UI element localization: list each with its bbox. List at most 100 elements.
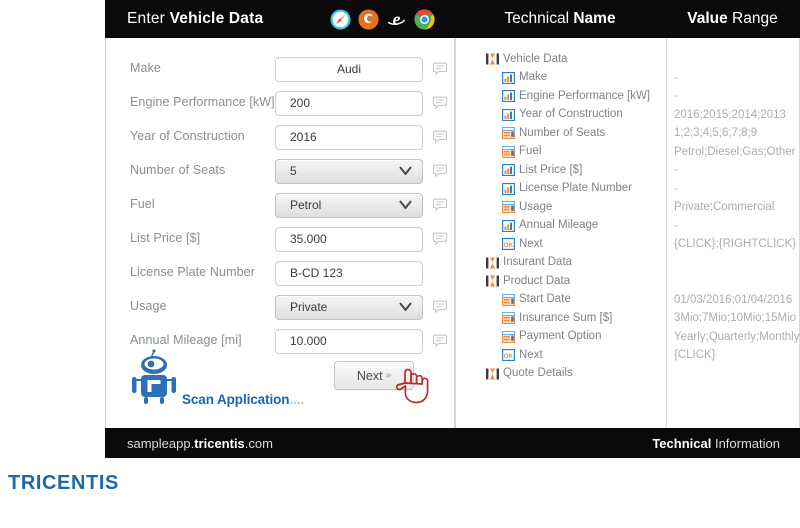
left-panel-title: Enter Vehicle Data — [127, 10, 263, 28]
field-input[interactable]: 35.000 — [275, 226, 423, 252]
technical-tree-area: Vehicle Data Make Engine Performance [kW] Y… — [455, 38, 800, 428]
firefox-icon[interactable] — [358, 8, 379, 30]
value-range-cell: - — [674, 90, 678, 103]
tooltip-bubble-icon[interactable] — [432, 334, 456, 348]
field-label: List Price [$] — [130, 231, 201, 246]
tree-row[interactable]: OK Next — [456, 235, 666, 254]
textfield-icon — [500, 90, 517, 103]
okbutton-icon: OK — [500, 238, 517, 251]
group-icon — [484, 53, 501, 65]
tooltip-bubble-icon[interactable] — [432, 232, 456, 246]
field-label: Make — [130, 61, 161, 76]
field-value: 10.000 — [290, 334, 327, 348]
tree-row[interactable]: Make — [456, 69, 666, 88]
tree-row-label: Quote Details — [503, 367, 573, 379]
value-range-cell: 3Mio;7Mio;10Mio;15Mio — [674, 312, 797, 325]
field-select[interactable]: Private — [275, 294, 423, 320]
field-label: Engine Performance [kW] — [130, 95, 275, 110]
chrome-icon[interactable] — [414, 8, 435, 30]
tree-row[interactable]: Vehicle Data — [456, 50, 666, 69]
footer-technical-light: Information — [711, 435, 780, 451]
field-label: Year of Construction — [130, 129, 245, 144]
field-input[interactable]: Audi — [275, 56, 423, 82]
form-row: Fuel Petrol — [106, 188, 454, 222]
field-label: Annual Mileage [mi] — [130, 333, 242, 348]
form-row: License Plate Number B-CD 123 — [106, 256, 454, 290]
technical-name-light: Technical — [504, 10, 574, 27]
scan-application-label: Scan Application.... — [182, 392, 304, 410]
field-value: 200 — [290, 96, 311, 110]
tree-row[interactable]: Quote Details — [456, 365, 666, 384]
right-panel-footer: Technical Information — [455, 428, 800, 458]
safari-icon[interactable] — [330, 8, 351, 30]
technical-information-panel: Technical Name Value Range Vehicle Data M… — [455, 0, 800, 458]
form-bottom-area: Scan Application.... Next » — [106, 349, 454, 428]
value-range-cell: - — [674, 182, 678, 195]
group-icon — [484, 257, 501, 269]
value-range-cell: 2016;2015;2014;2013 — [674, 108, 786, 121]
footer-technical-information: Technical Information — [652, 436, 780, 451]
tree-row[interactable]: Number of Seats — [456, 124, 666, 143]
scan-application-block[interactable]: Scan Application.... — [128, 349, 304, 410]
textfield-icon — [500, 108, 517, 121]
value-range-cell: Private;Commercial — [674, 201, 775, 214]
tree-row[interactable]: Annual Mileage — [456, 217, 666, 236]
field-label: Number of Seats — [130, 163, 226, 178]
value-range-cell — [674, 50, 795, 69]
field-value: Private — [290, 300, 328, 314]
next-button-label: Next — [356, 368, 383, 383]
field-value: 35.000 — [290, 232, 327, 246]
tree-row-label: Next — [519, 348, 543, 361]
value-range-cell: 1;2;3;4;5;6;7;8;9 — [674, 127, 758, 140]
tooltip-bubble-icon[interactable] — [432, 300, 456, 314]
tree-row[interactable]: Payment Option — [456, 328, 666, 347]
tree-row-label: Insurant Data — [503, 256, 573, 268]
tricentis-logo: TRICENTIS — [8, 472, 119, 494]
vehicle-data-panel: Enter Vehicle Data e Make Audi Engine Pe… — [105, 0, 455, 458]
form-row: Year of Construction 2016 — [106, 120, 454, 154]
dropdown-icon — [500, 330, 517, 343]
left-panel-header: Enter Vehicle Data e — [105, 0, 455, 38]
svg-text:OK: OK — [504, 242, 514, 249]
tooltip-bubble-icon[interactable] — [432, 96, 456, 110]
tooltip-bubble-icon[interactable] — [432, 130, 456, 144]
tree-row[interactable]: Start Date — [456, 291, 666, 310]
field-input[interactable]: B-CD 123 — [275, 260, 423, 286]
tree-row[interactable]: Insurance Sum [$] — [456, 309, 666, 328]
tooltip-bubble-icon[interactable] — [432, 164, 456, 178]
tree-row[interactable]: Year of Construction — [456, 106, 666, 125]
tree-row[interactable]: License Plate Number — [456, 180, 666, 199]
field-select[interactable]: 5 — [275, 158, 423, 184]
tooltip-bubble-icon[interactable] — [432, 198, 456, 212]
next-button-chevron: » — [385, 370, 392, 381]
form-row: Number of Seats 5 — [106, 154, 454, 188]
footer-url-bold: tricentis — [194, 435, 245, 451]
tree-row[interactable]: Product Data — [456, 272, 666, 291]
dropdown-icon — [500, 127, 517, 140]
tree-row-label: Payment Option — [519, 330, 602, 342]
dropdown-icon — [500, 201, 517, 214]
field-input[interactable]: 2016 — [275, 124, 423, 150]
field-input[interactable]: 200 — [275, 90, 423, 116]
right-panel-header: Technical Name Value Range — [455, 0, 800, 38]
tree-row-label: License Plate Number — [519, 182, 633, 194]
tree-row[interactable]: OK Next — [456, 346, 666, 365]
dropdown-icon — [500, 145, 517, 158]
tree-row[interactable]: Fuel — [456, 143, 666, 162]
scan-application-dots: .... — [289, 392, 305, 407]
internet-explorer-icon[interactable]: e — [386, 9, 407, 30]
left-panel-footer: sampleapp.tricentis.com — [105, 428, 455, 458]
value-range-cell: {CLICK} — [674, 349, 716, 362]
field-select[interactable]: Petrol — [275, 192, 423, 218]
svg-text:OK: OK — [504, 353, 514, 360]
tree-row[interactable]: List Price [$] — [456, 161, 666, 180]
tree-row-label: Annual Mileage — [519, 219, 599, 231]
value-range-cell — [674, 365, 795, 384]
tree-row[interactable]: Insurant Data — [456, 254, 666, 273]
tree-row[interactable]: Usage — [456, 198, 666, 217]
tree-row[interactable]: Engine Performance [kW] — [456, 87, 666, 106]
tooltip-bubble-icon[interactable] — [432, 62, 456, 76]
value-range-cell: Yearly;Quarterly;Monthly — [674, 330, 800, 343]
tree-row-label: Year of Construction — [519, 108, 623, 120]
textfield-icon — [500, 71, 517, 84]
